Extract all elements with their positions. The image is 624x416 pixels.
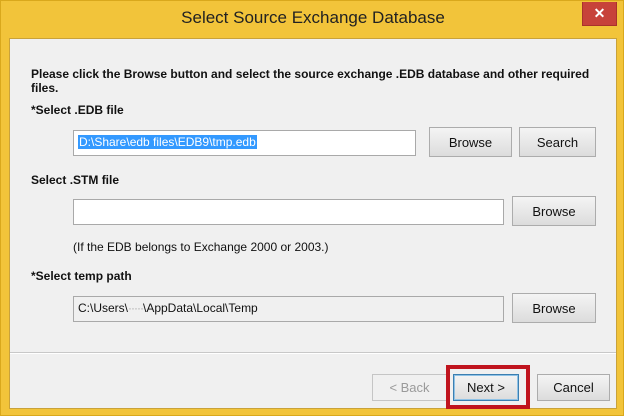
back-button[interactable]: < Back bbox=[372, 374, 447, 401]
close-button[interactable]: ✕ bbox=[582, 2, 617, 26]
temp-path-input[interactable]: C:\Users\·····\AppData\Local\Temp bbox=[73, 296, 504, 322]
stm-file-label: Select .STM file bbox=[31, 173, 120, 187]
temp-path-suffix: \AppData\Local\Temp bbox=[143, 301, 258, 315]
dialog-window: Select Source Exchange Database ✕ Please… bbox=[0, 0, 624, 416]
dialog-content: Please click the Browse button and selec… bbox=[9, 38, 617, 409]
stm-file-input[interactable] bbox=[73, 199, 504, 225]
footer-separator bbox=[10, 352, 616, 354]
stm-note: (If the EDB belongs to Exchange 2000 or … bbox=[73, 240, 329, 254]
edb-browse-button[interactable]: Browse bbox=[429, 127, 512, 157]
edb-file-input[interactable]: D:\Share\edb files\EDB9\tmp.edb bbox=[73, 130, 416, 156]
temp-path-prefix: C:\Users\ bbox=[78, 301, 129, 315]
edb-file-value: D:\Share\edb files\EDB9\tmp.edb bbox=[78, 135, 257, 149]
window-title: Select Source Exchange Database bbox=[181, 8, 445, 27]
cancel-button[interactable]: Cancel bbox=[537, 374, 610, 401]
temp-path-redacted: ····· bbox=[128, 301, 144, 315]
temp-browse-button[interactable]: Browse bbox=[512, 293, 596, 323]
next-button-highlight bbox=[446, 365, 530, 409]
stm-browse-button[interactable]: Browse bbox=[512, 196, 596, 226]
edb-file-label: *Select .EDB file bbox=[31, 103, 124, 117]
temp-path-label: *Select temp path bbox=[31, 269, 132, 283]
title-bar[interactable]: Select Source Exchange Database ✕ bbox=[1, 1, 624, 37]
close-icon: ✕ bbox=[593, 5, 606, 21]
instructions-text: Please click the Browse button and selec… bbox=[31, 67, 590, 95]
edb-search-button[interactable]: Search bbox=[519, 127, 596, 157]
